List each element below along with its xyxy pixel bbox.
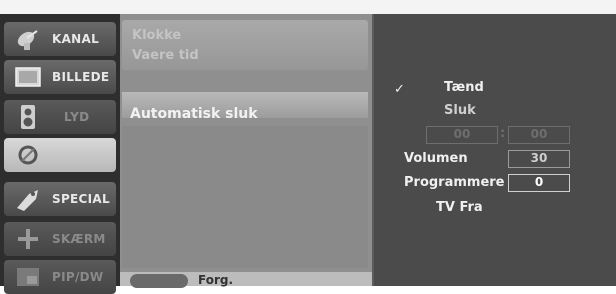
sidebar-item-label: LYD [64, 110, 90, 124]
tv-from-label: TV Fra [436, 200, 483, 215]
time-colon: : [500, 126, 506, 141]
settings-panel: ✓ Tænd Sluk 00 : 00 Volumen 30 Programme… [372, 14, 616, 286]
sidebar-item-billede[interactable]: BILLEDE [4, 60, 116, 94]
submenu-item-auto-off[interactable]: Automatisk sluk [130, 106, 258, 122]
sidebar-item-kanal[interactable]: KANAL [4, 22, 116, 56]
volume-label: Volumen [404, 151, 468, 166]
sidebar-item-label: PIP/DW [52, 270, 104, 284]
pip-icon [12, 264, 44, 290]
option-off[interactable]: Sluk [444, 103, 476, 118]
program-field[interactable]: 0 [508, 174, 570, 192]
sidebar-item-label: BILLEDE [52, 70, 110, 84]
sidebar-menu: KANAL BILLEDE LYD SPECIAL SKÆRM PIP/DW [0, 14, 120, 294]
sidebar-item-time[interactable] [4, 138, 116, 172]
clock-icon [12, 142, 44, 168]
volume-field[interactable]: 30 [508, 150, 570, 168]
hour-field[interactable]: 00 [426, 126, 498, 144]
top-strip [0, 0, 616, 14]
picture-frame-icon [12, 64, 44, 90]
sidebar-item-pipdw[interactable]: PIP/DW [4, 260, 116, 294]
sidebar-item-label: SKÆRM [52, 232, 106, 246]
arrows-move-icon [12, 226, 44, 252]
submenu-item-time[interactable]: Vaere tid [132, 48, 199, 63]
satellite-dish-icon [12, 26, 44, 52]
tag-icon [12, 186, 44, 212]
submenu-panel: Klokke Vaere tid Automatisk sluk Forg. [120, 14, 372, 288]
hint-text: Forg. [198, 273, 234, 287]
option-on[interactable]: Tænd [444, 80, 484, 95]
minute-field[interactable]: 00 [508, 126, 570, 144]
submenu-body [122, 126, 368, 268]
speaker-icon [12, 104, 44, 130]
sidebar-item-label: KANAL [52, 32, 100, 46]
program-label: Programmere [404, 175, 505, 190]
sidebar-item-label: SPECIAL [52, 192, 110, 206]
submenu-item-clock[interactable]: Klokke [132, 28, 181, 43]
sidebar-item-special[interactable]: SPECIAL [4, 182, 116, 216]
check-icon: ✓ [394, 82, 405, 97]
sidebar-item-lyd[interactable]: LYD [4, 100, 116, 134]
sidebar-item-skaerm[interactable]: SKÆRM [4, 222, 116, 256]
